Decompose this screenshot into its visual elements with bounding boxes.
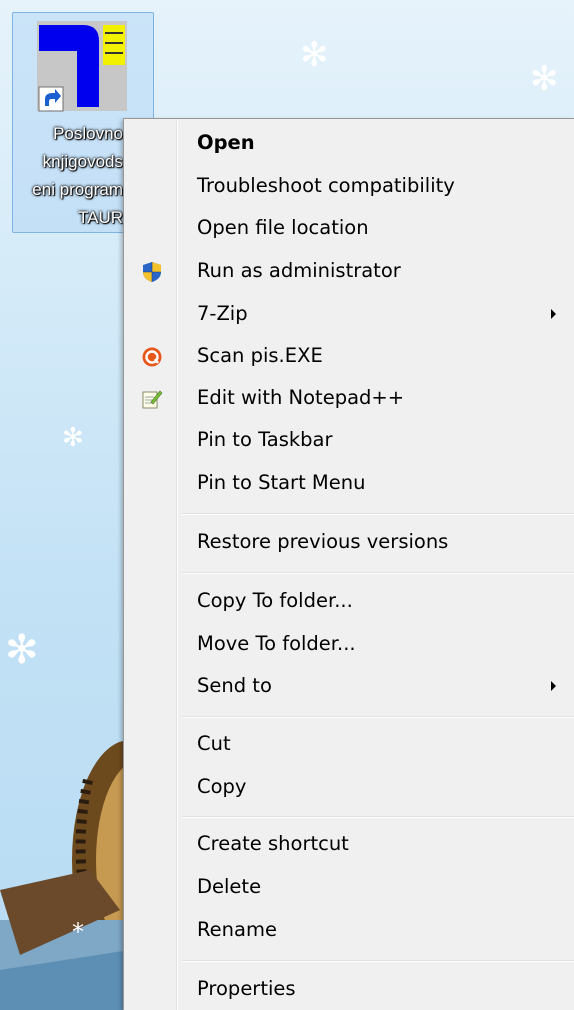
caption-line: TAUR xyxy=(77,208,123,227)
menu-item-label: Open xyxy=(197,131,255,154)
menu-item-delete[interactable]: Delete xyxy=(127,867,574,907)
menu-item-label: Create shortcut xyxy=(197,832,349,855)
menu-item-label: Pin to Taskbar xyxy=(197,428,333,451)
menu-item-open[interactable]: Open xyxy=(127,123,574,163)
menu-item-label: Restore previous versions xyxy=(197,530,449,553)
menu-item-label: Pin to Start Menu xyxy=(197,471,366,494)
menu-item-label: Rename xyxy=(197,918,277,941)
menu-item-scan[interactable]: Scan pis.EXE xyxy=(127,336,574,376)
menu-separator xyxy=(182,960,574,962)
menu-item-label: Send to xyxy=(197,674,272,697)
submenu-arrow-icon xyxy=(551,681,556,691)
caption-line: Poslovno xyxy=(53,124,123,143)
menu-item-label: Scan pis.EXE xyxy=(197,344,323,367)
snowflake-decoration: ✻ xyxy=(5,627,39,673)
menu-item-pin-to-taskbar[interactable]: Pin to Taskbar xyxy=(127,420,574,460)
menu-item-restore-previous-versions[interactable]: Restore previous versions xyxy=(127,522,574,562)
svg-text:*: * xyxy=(72,918,84,946)
menu-item-7zip[interactable]: 7-Zip xyxy=(127,294,574,334)
menu-item-rename[interactable]: Rename xyxy=(127,910,574,950)
submenu-arrow-icon xyxy=(551,309,556,319)
menu-item-label: Delete xyxy=(197,875,262,898)
menu-item-label: Run as administrator xyxy=(197,259,401,282)
menu-item-troubleshoot-compatibility[interactable]: Troubleshoot compatibility xyxy=(127,166,574,206)
uac-shield-icon xyxy=(143,262,161,282)
menu-item-create-shortcut[interactable]: Create shortcut xyxy=(127,824,574,864)
menu-item-label: Troubleshoot compatibility xyxy=(197,174,455,197)
menu-item-label: Copy xyxy=(197,775,247,798)
menu-separator xyxy=(182,816,574,818)
taur-shortcut-icon xyxy=(37,21,127,112)
menu-item-label: Edit with Notepad++ xyxy=(197,386,405,409)
context-menu: Open Troubleshoot compatibility Open fil… xyxy=(123,118,574,1010)
menu-item-label: Move To folder... xyxy=(197,632,356,655)
shortcut-caption: Poslovno knjigovods eni program TAUR xyxy=(13,120,123,232)
menu-item-label: Properties xyxy=(197,977,296,1000)
menu-separator xyxy=(182,513,574,515)
menu-separator xyxy=(182,716,574,718)
snowflake-decoration: ✻ xyxy=(530,59,559,99)
antivirus-icon xyxy=(142,347,162,367)
caption-line: knjigovods xyxy=(42,152,123,171)
menu-item-label: 7-Zip xyxy=(197,302,248,325)
menu-item-run-as-administrator[interactable]: Run as administrator xyxy=(127,251,574,291)
menu-item-pin-to-start-menu[interactable]: Pin to Start Menu xyxy=(127,463,574,503)
menu-item-copy[interactable]: Copy xyxy=(127,767,574,807)
menu-item-label: Cut xyxy=(197,732,231,755)
menu-item-send-to[interactable]: Send to xyxy=(127,666,574,706)
menu-item-cut[interactable]: Cut xyxy=(127,724,574,764)
menu-item-label: Copy To folder... xyxy=(197,589,353,612)
snowflake-decoration: ✻ xyxy=(62,423,84,453)
menu-item-open-file-location[interactable]: Open file location xyxy=(127,208,574,248)
menu-item-edit-with-notepad[interactable]: Edit with Notepad++ xyxy=(127,378,574,418)
menu-item-label: Open file location xyxy=(197,216,369,239)
caption-line: eni program xyxy=(32,180,123,199)
wallpaper-figure: * xyxy=(0,740,130,1010)
menu-separator xyxy=(182,572,574,574)
notepad-plus-plus-icon xyxy=(142,390,163,409)
menu-item-move-to-folder[interactable]: Move To folder... xyxy=(127,624,574,664)
menu-item-copy-to-folder[interactable]: Copy To folder... xyxy=(127,581,574,621)
snowflake-decoration: ✻ xyxy=(300,35,329,75)
menu-item-properties[interactable]: Properties xyxy=(127,969,574,1009)
